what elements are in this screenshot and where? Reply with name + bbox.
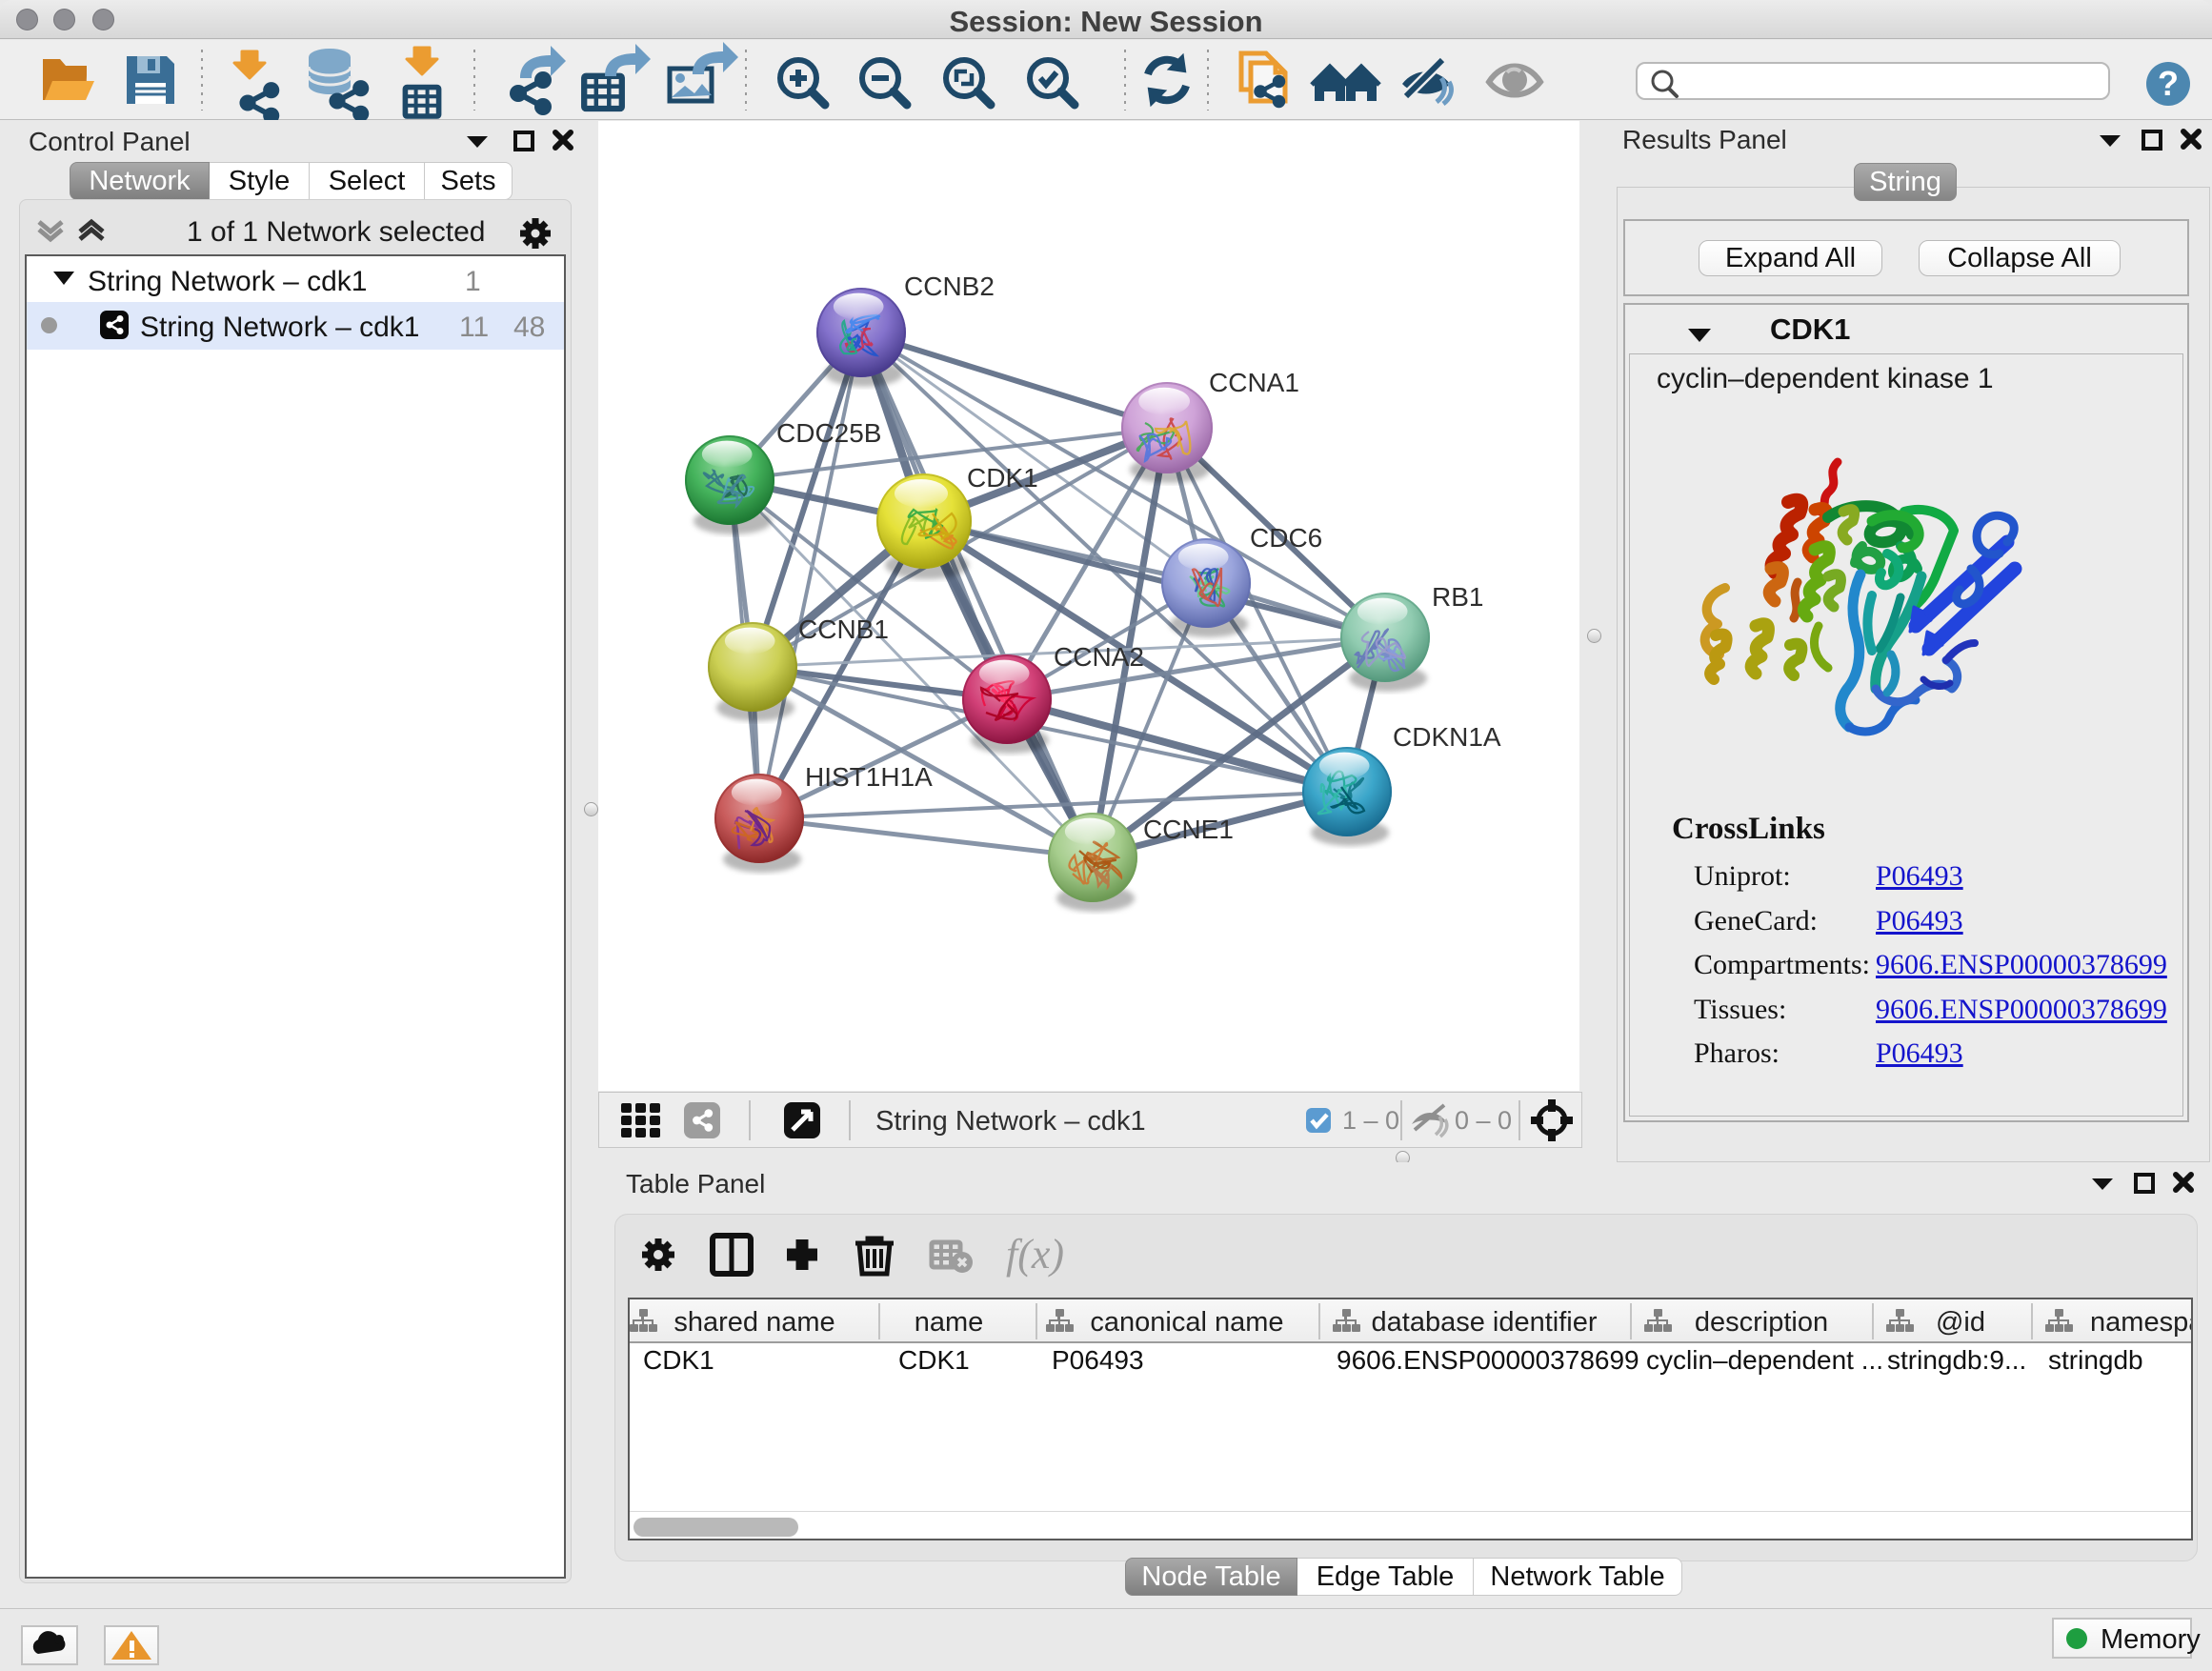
svg-text:CDK1: CDK1 [967, 463, 1038, 493]
svg-text:CCNB1: CCNB1 [798, 614, 889, 644]
svg-text:CCNE1: CCNE1 [1143, 815, 1234, 844]
svg-text:1 – 0: 1 – 0 [1342, 1106, 1399, 1135]
svg-text:shared name: shared name [674, 1307, 835, 1338]
svg-text:?: ? [2158, 64, 2179, 103]
svg-text:RB1: RB1 [1432, 582, 1483, 612]
svg-text:CCNA1: CCNA1 [1209, 368, 1299, 397]
svg-text:0 – 0: 0 – 0 [1455, 1106, 1512, 1135]
svg-text:CCNA2: CCNA2 [1054, 642, 1144, 672]
svg-text:CDC25B: CDC25B [776, 418, 881, 448]
svg-text:canonical name: canonical name [1090, 1307, 1283, 1338]
svg-text:database identifier: database identifier [1372, 1307, 1598, 1338]
svg-text:CCNB2: CCNB2 [904, 272, 995, 301]
svg-text:@id: @id [1936, 1307, 1985, 1338]
svg-text:namespace: namespace [2090, 1307, 2191, 1338]
svg-text:CDC6: CDC6 [1250, 523, 1322, 553]
svg-text:CDKN1A: CDKN1A [1393, 722, 1501, 752]
svg-text:HIST1H1A: HIST1H1A [805, 762, 933, 792]
svg-text:name: name [915, 1307, 984, 1338]
svg-text:f(x): f(x) [1006, 1231, 1064, 1278]
svg-text:description: description [1695, 1307, 1828, 1338]
svg-text:String Network – cdk1: String Network – cdk1 [875, 1106, 1146, 1137]
